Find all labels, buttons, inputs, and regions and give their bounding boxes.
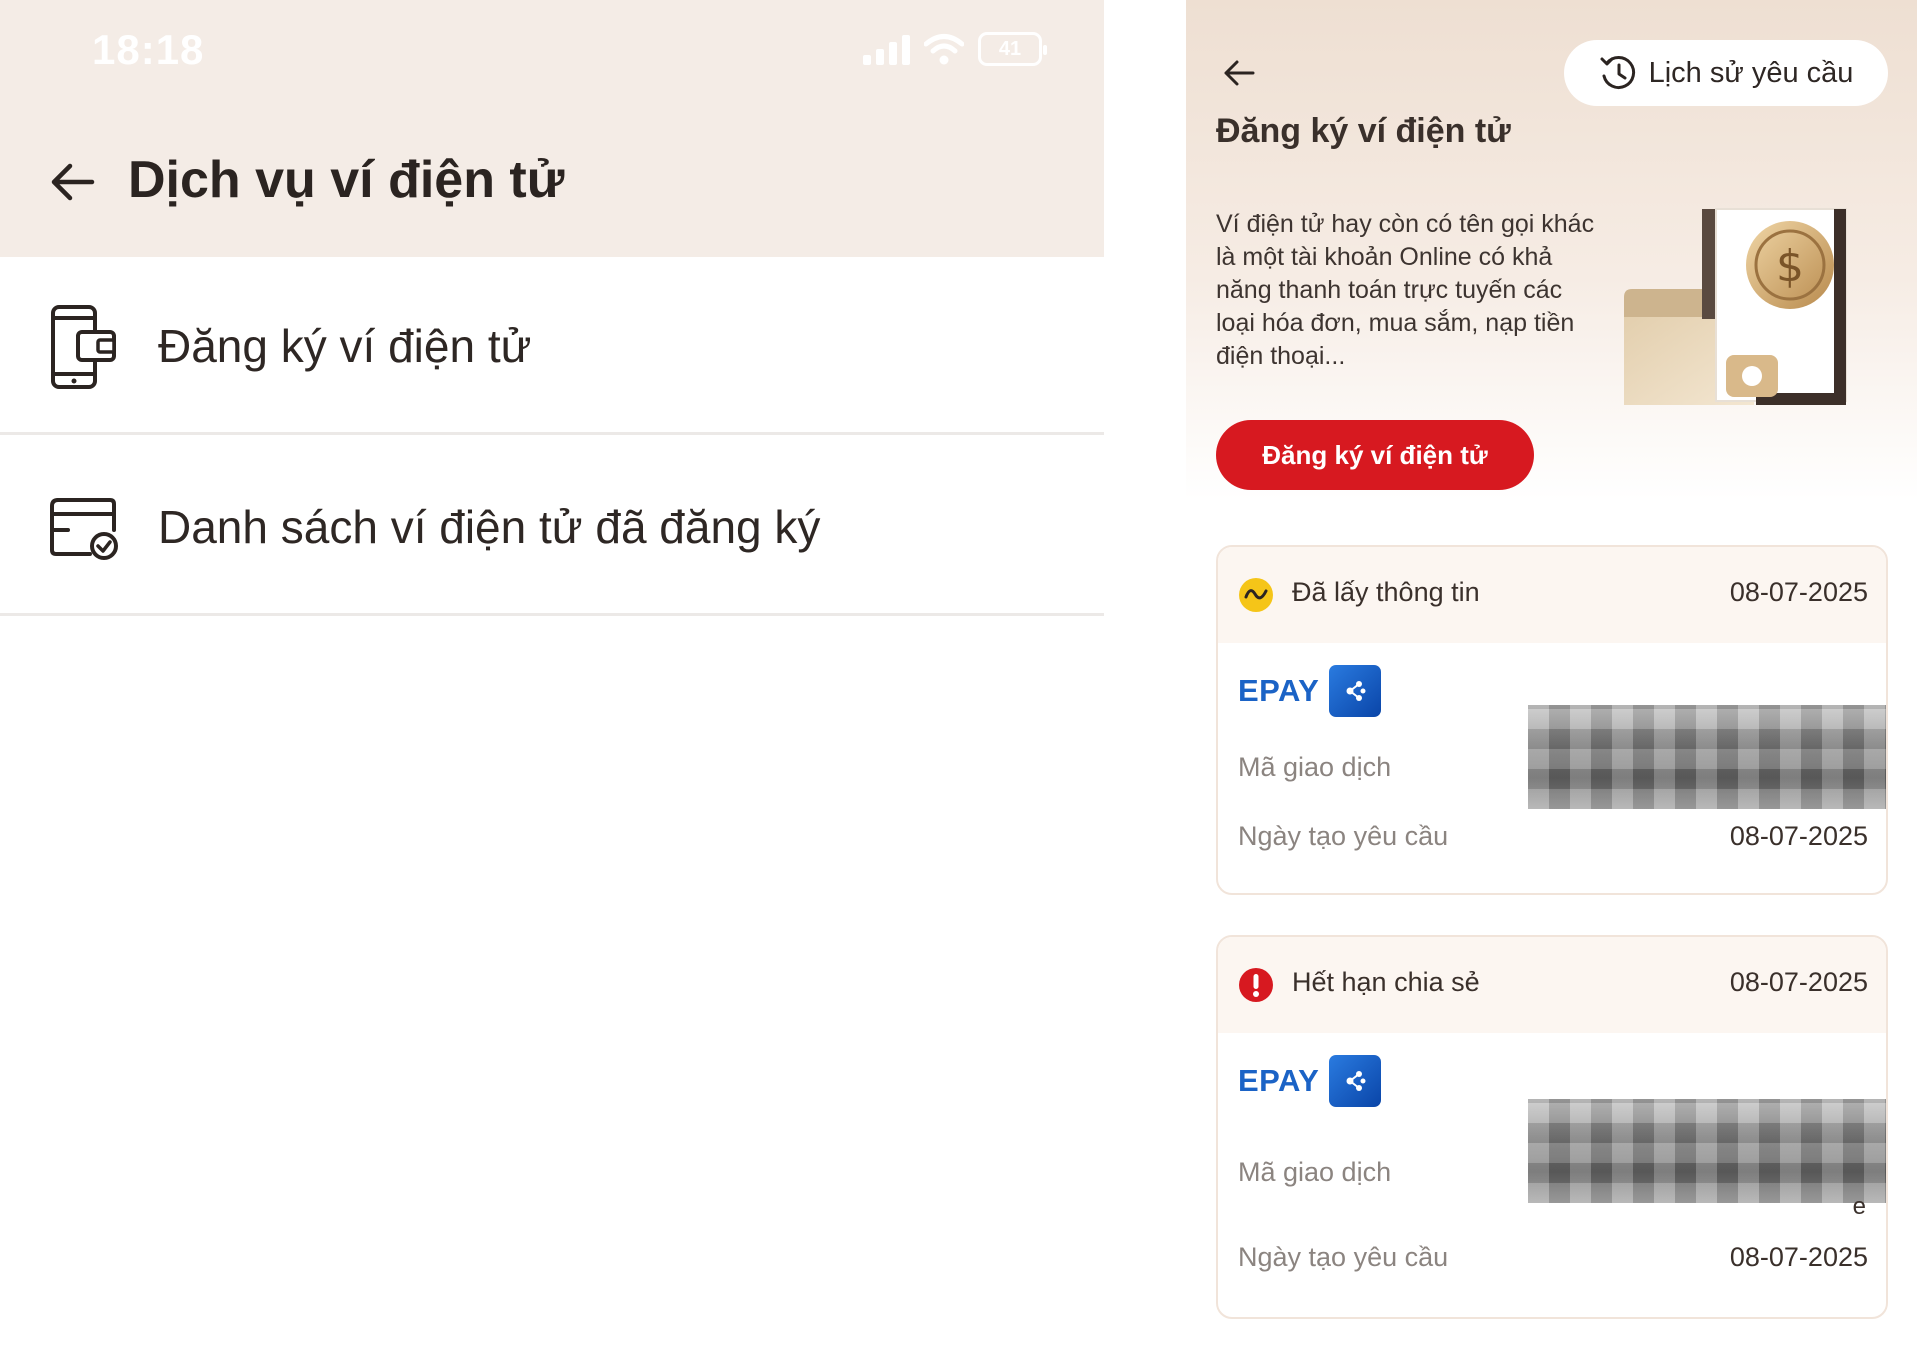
- status-date: 08-07-2025: [1729, 577, 1868, 607]
- back-arrow-icon[interactable]: [1222, 58, 1256, 88]
- menu-item-label: Đăng ký ví điện tử: [158, 320, 532, 372]
- card-header: Hết hạn chia sẻ 08-07-2025: [1218, 937, 1886, 1033]
- created-date-label: Ngày tạo yêu cầu: [1238, 821, 1449, 851]
- back-arrow-icon[interactable]: [48, 160, 96, 204]
- wallet-description: Ví điện tử hay còn có tên gọi khác là mộ…: [1216, 210, 1595, 370]
- menu-item-registered-wallets[interactable]: Danh sách ví điện tử đã đăng ký: [0, 438, 1104, 616]
- transaction-id-masked: [1528, 705, 1886, 809]
- provider: EPAY: [1238, 665, 1382, 717]
- status-time: 18:18: [92, 26, 205, 73]
- transaction-id-label: Mã giao dịch: [1238, 752, 1392, 782]
- provider-name: EPAY: [1238, 1063, 1320, 1098]
- status-date: 08-07-2025: [1729, 967, 1868, 997]
- provider: EPAY: [1238, 1055, 1382, 1107]
- register-wallet-button[interactable]: Đăng ký ví điện tử: [1216, 420, 1534, 490]
- wallet-coin-illustration: $: [1624, 208, 1847, 405]
- status-label: Đã lấy thông tin: [1292, 577, 1480, 607]
- page-title: Đăng ký ví điện tử: [1216, 112, 1511, 150]
- wallet-request-card[interactable]: Đã lấy thông tin 08-07-2025 EPAY Mã giao…: [1216, 545, 1888, 895]
- error-exclamation-icon: [1239, 968, 1273, 1002]
- battery-icon: 41: [978, 32, 1047, 66]
- created-date-value: 08-07-2025: [1729, 821, 1868, 851]
- wallet-request-card[interactable]: Hết hạn chia sẻ 08-07-2025 EPAY Mã giao …: [1216, 935, 1888, 1319]
- request-history-button[interactable]: Lịch sử yêu cầu: [1564, 40, 1888, 106]
- status-bar-icons: 41: [863, 32, 1047, 66]
- menu-item-register-wallet[interactable]: Đăng ký ví điện tử: [0, 257, 1104, 435]
- left-header: 18:18 41 Dịch vụ ví điện tử: [0, 0, 1104, 257]
- signal-icon: [863, 33, 910, 65]
- svg-text:$: $: [1776, 241, 1804, 292]
- menu-item-label: Danh sách ví điện tử đã đăng ký: [158, 501, 821, 553]
- epay-logo-icon: [1329, 665, 1382, 717]
- created-date-label: Ngày tạo yêu cầu: [1238, 1242, 1449, 1272]
- request-history-label: Lịch sử yêu cầu: [1648, 56, 1854, 89]
- page-title: Dịch vụ ví điện tử: [128, 151, 565, 209]
- right-screen: Lịch sử yêu cầu Đăng ký ví điện tử Ví đi…: [1186, 0, 1917, 1352]
- screen-divider: [1104, 0, 1186, 1352]
- left-screen: 18:18 41 Dịch vụ ví điện tử Đăng ký ví đ…: [0, 0, 1104, 1352]
- epay-logo-icon: [1329, 1055, 1382, 1107]
- transaction-id-label: Mã giao dịch: [1238, 1157, 1392, 1187]
- wifi-icon: [924, 34, 964, 65]
- status-label: Hết hạn chia sẻ: [1292, 967, 1480, 997]
- history-clock-icon: [1600, 56, 1635, 89]
- phone-wallet-icon: [51, 305, 116, 389]
- card-header: Đã lấy thông tin 08-07-2025: [1218, 547, 1886, 643]
- created-date-value: 08-07-2025: [1729, 1242, 1868, 1272]
- provider-name: EPAY: [1238, 673, 1320, 708]
- wallet-check-icon: [50, 498, 118, 560]
- transaction-id-fragment: e: [1852, 1193, 1866, 1220]
- transaction-id-masked: [1528, 1099, 1886, 1203]
- pending-wave-icon: [1239, 578, 1273, 612]
